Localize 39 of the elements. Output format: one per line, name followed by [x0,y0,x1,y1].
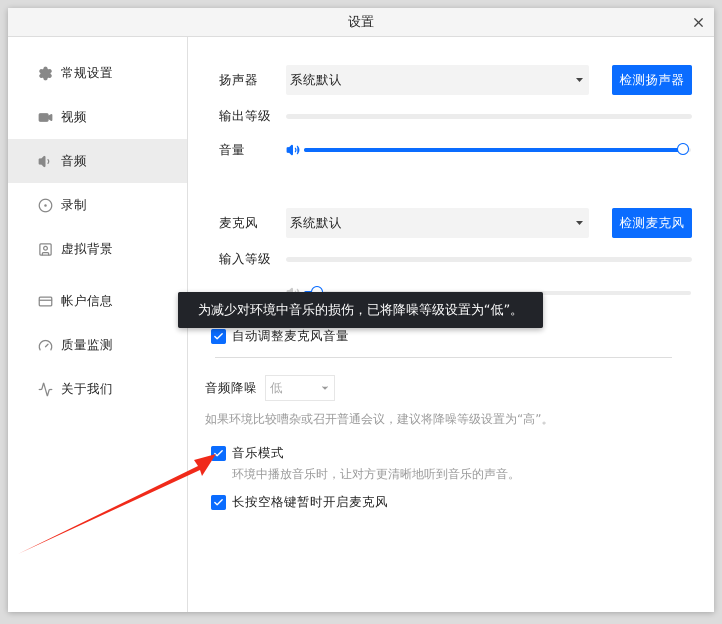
checkbox-label: 长按空格键暂时开启麦克风 [232,494,388,511]
noise-label: 音频降噪 [205,380,257,396]
check-icon [213,448,224,459]
notice-toast: 为减少对环境中音乐的损伤，已将降噪等级设置为“低”。 [178,292,543,328]
check-icon [213,497,224,508]
volume-slider[interactable] [304,143,691,157]
sidebar-item[interactable]: 虚拟背景 [8,227,187,271]
record-icon [38,198,53,212]
checkbox[interactable] [211,446,226,461]
hint-text: 如果环境比较嘈杂或召开普通会议，建议将降噪等级设置为“高”。 [205,412,554,426]
volume-label: 音量 [219,142,246,158]
device-label: 扬声器 [219,72,259,88]
sidebar-item[interactable]: 音频 [8,139,187,183]
window-title: 设置 [348,14,374,31]
test-button[interactable]: 检测扬声器 [612,65,692,95]
wave-icon [38,382,53,396]
device-select[interactable]: 系统默认 [286,65,589,95]
device-select[interactable]: 系统默认 [286,208,589,238]
caret-icon [576,78,583,82]
checkbox-label: 音乐模式 [232,445,284,462]
test-button[interactable]: 检测麦克风 [612,208,692,238]
meter-label: 输出等级 [219,108,272,124]
caret-icon [576,221,583,225]
checkbox-label: 自动调整麦克风音量 [232,328,349,345]
gauge-icon [38,338,53,352]
checkbox[interactable] [211,495,226,510]
sidebar-item[interactable]: 关于我们 [8,367,187,411]
hint-text: 环境中播放音乐时，让对方更清晰地听到音乐的声音。 [231,466,521,483]
meter-label: 输入等级 [219,250,272,268]
portrait-icon [38,242,53,256]
checkbox[interactable] [211,329,226,344]
speaker-icon [286,143,300,157]
sidebar-item[interactable]: 常规设置 [8,51,187,95]
sidebar-item[interactable]: 视频 [8,95,187,139]
check-icon [213,331,224,342]
card-icon [38,294,53,308]
device-label: 麦克风 [219,214,259,232]
sidebar-item[interactable]: 录制 [8,183,187,227]
gear-icon [38,66,53,80]
